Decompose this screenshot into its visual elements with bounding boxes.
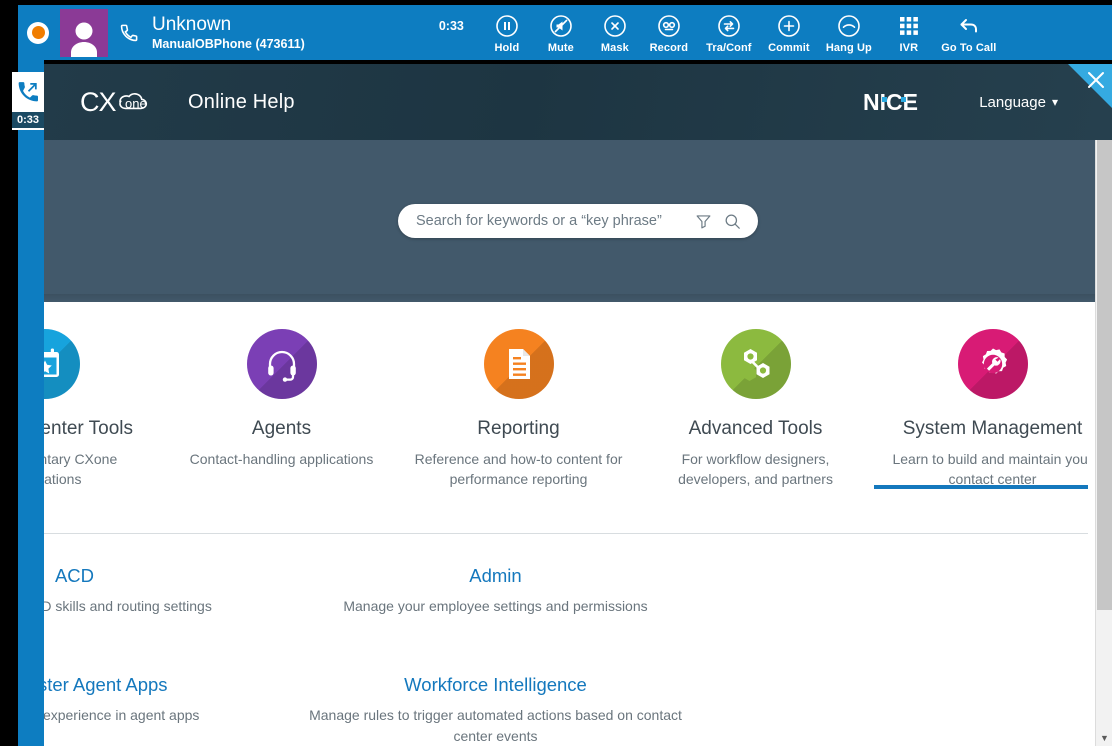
transfer-conference-label: Tra/Conf — [706, 41, 752, 54]
category-title: System Management — [902, 418, 1083, 439]
search-input[interactable] — [416, 213, 684, 229]
plus-circle-icon — [777, 12, 801, 40]
hero-search-band — [44, 140, 1112, 302]
category-title: Agents — [251, 418, 312, 439]
category-desc: For workflow designers, developers, and … — [678, 451, 833, 487]
softphone-left-rail — [18, 60, 44, 746]
outbound-call-icon — [12, 72, 44, 112]
call-info: Unknown ManualOBPhone (473611) — [152, 14, 305, 52]
svg-text:one: one — [125, 96, 147, 111]
help-header: CX one Online Help NICE Language ▾ — [44, 64, 1112, 140]
transfer-conference-icon — [717, 12, 741, 40]
svg-text:CX: CX — [80, 87, 116, 117]
link-administer-agent-apps[interactable]: Administer Agent Apps — [44, 674, 168, 695]
hold-button[interactable]: Hold — [482, 12, 532, 54]
link-admin[interactable]: Admin — [469, 565, 521, 586]
page-title: Online Help — [188, 90, 295, 113]
category-desc: Learn to build and maintain your contact… — [892, 451, 1093, 487]
link-item: Administer Agent Apps Customize the expe… — [44, 674, 285, 746]
mute-label: Mute — [547, 41, 574, 54]
go-to-call-label: Go To Call — [941, 41, 997, 54]
category-divider — [44, 533, 1112, 534]
link-item: ACD Manage your ACD skills and routing s… — [44, 565, 285, 674]
category-reporting[interactable]: Reporting Reference and how-to content f… — [400, 302, 637, 489]
active-call-rail-card[interactable]: 0:33 — [12, 72, 44, 130]
category-strip: Contact Center Tools Complementary CXone… — [44, 302, 1112, 535]
content-right-gutter — [1088, 364, 1095, 746]
link-item: Admin Manage your employee settings and … — [285, 565, 706, 674]
phone-handset-icon — [108, 23, 150, 42]
call-timer: 0:33 — [438, 18, 464, 33]
category-title: Advanced Tools — [688, 418, 823, 439]
category-title: Contact Center Tools — [44, 418, 134, 439]
hang-up-button[interactable]: Hang Up — [818, 12, 880, 54]
record-icon — [657, 12, 681, 40]
softphone-tools: Hold Mute Mask Record Tra/Conf Commit Ha… — [482, 12, 1000, 54]
record-button[interactable]: Record — [644, 12, 694, 54]
link-desc: Manage your employee settings and permis… — [343, 598, 648, 614]
language-label: Language — [979, 93, 1046, 111]
help-header-right: NICE Language ▾ — [863, 89, 1112, 115]
commit-button[interactable]: Commit — [764, 12, 814, 54]
category-system-management[interactable]: System Management Learn to build and mai… — [874, 302, 1112, 489]
link-acd[interactable]: ACD — [55, 565, 94, 586]
mute-icon — [549, 12, 573, 40]
avatar — [60, 8, 108, 57]
online-help-window: CX one Online Help NICE Language ▾ Searc… — [44, 64, 1112, 746]
ivr-label: IVR — [899, 41, 919, 54]
gear-wrench-icon — [957, 329, 1028, 399]
ivr-button[interactable]: IVR — [884, 12, 934, 54]
category-title: Reporting — [477, 418, 560, 439]
agent-status-dot — [27, 21, 49, 44]
document-report-icon — [483, 329, 554, 399]
category-contact-center-tools[interactable]: Contact Center Tools Complementary CXone… — [44, 302, 163, 489]
filter-funnel-icon[interactable] — [694, 212, 713, 231]
agent-status-button[interactable] — [18, 5, 58, 60]
chevron-down-icon[interactable]: ▼ — [1096, 729, 1112, 746]
language-selector[interactable]: Language ▾ — [979, 94, 1058, 111]
close-icon — [1088, 72, 1104, 88]
mute-button[interactable]: Mute — [536, 12, 586, 54]
go-to-call-button[interactable]: Go To Call — [938, 12, 1000, 54]
mask-x-icon — [603, 12, 627, 40]
record-label: Record — [649, 41, 689, 54]
search-icon[interactable] — [723, 212, 742, 231]
link-desc: Manage rules to trigger automated action… — [309, 707, 682, 744]
link-item: Workforce Intelligence Manage rules to t… — [285, 674, 706, 746]
transfer-conference-button[interactable]: Tra/Conf — [698, 12, 760, 54]
link-desc: Manage your ACD skills and routing setti… — [44, 598, 212, 614]
mask-button[interactable]: Mask — [590, 12, 640, 54]
link-desc: Customize the experience in agent apps — [44, 707, 200, 723]
softphone-toolbar: Unknown ManualOBPhone (473611) 0:33 Hold — [18, 5, 1112, 60]
hold-label: Hold — [494, 41, 520, 54]
category-desc: Complementary CXone applications — [44, 451, 118, 487]
category-desc: Contact-handling applications — [189, 451, 374, 467]
cxone-logo: CX one — [80, 85, 166, 119]
back-arrow-icon — [957, 12, 981, 40]
hang-up-label: Hang Up — [825, 41, 872, 54]
category-desc: Reference and how-to content for perform… — [414, 451, 623, 487]
link-workforce-intelligence[interactable]: Workforce Intelligence — [404, 674, 587, 695]
chevron-down-icon: ▾ — [1051, 95, 1058, 109]
commit-label: Commit — [768, 41, 810, 54]
scrollbar-thumb[interactable] — [1097, 140, 1112, 610]
contact-name: Unknown — [152, 13, 232, 35]
category-advanced-tools[interactable]: Advanced Tools For workflow designers, d… — [637, 302, 874, 489]
category-agents[interactable]: Agents Contact-handling applications — [163, 302, 400, 469]
rail-call-timer: 0:33 — [12, 112, 44, 128]
nice-logo: NICE — [863, 89, 935, 115]
contact-subtitle: ManualOBPhone (473611) — [152, 36, 305, 51]
svg-text:NICE: NICE — [863, 89, 918, 115]
mask-label: Mask — [600, 41, 629, 54]
pause-icon — [495, 12, 519, 40]
search-box[interactable] — [398, 204, 758, 238]
screen-root: 0:33 Unknown ManualOBPhone (473611) 0:33 — [0, 0, 1112, 746]
hang-up-icon — [837, 12, 861, 40]
headset-icon — [246, 329, 317, 399]
keypad-grid-icon — [899, 12, 919, 40]
links-grid: ACD Manage your ACD skills and routing s… — [44, 535, 1112, 746]
hex-network-icon — [720, 329, 791, 399]
vertical-scrollbar[interactable]: ▼ — [1095, 140, 1112, 746]
calendar-star-icon — [44, 329, 80, 399]
